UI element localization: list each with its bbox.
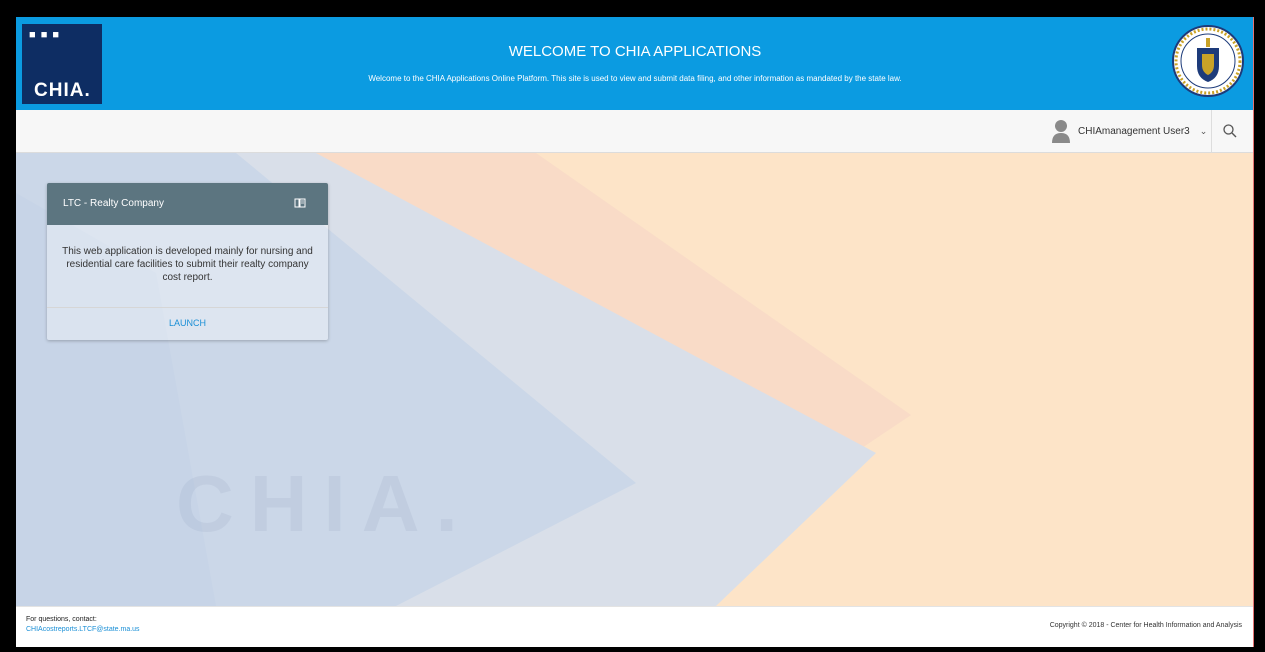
- app-window: ■ ■ ■ CHIA. WELCOME TO CHIA APPLICATIONS…: [16, 17, 1254, 647]
- card-title: LTC - Realty Company: [63, 198, 164, 209]
- app-icon: [294, 198, 306, 208]
- header-banner: ■ ■ ■ CHIA. WELCOME TO CHIA APPLICATIONS…: [16, 17, 1253, 110]
- avatar: [1052, 120, 1070, 143]
- chia-logo[interactable]: ■ ■ ■ CHIA.: [22, 24, 102, 104]
- main-content: CHIA. LTC - Realty Company This web appl…: [16, 153, 1253, 606]
- launch-button[interactable]: LAUNCH: [47, 308, 328, 340]
- user-name: CHIAmanagement User3: [1078, 125, 1190, 137]
- contact-email-link[interactable]: CHIAcostreports.LTCF@state.ma.us: [26, 626, 140, 633]
- page-title: WELCOME TO CHIA APPLICATIONS: [508, 43, 762, 60]
- contact-label: For questions, contact:: [26, 616, 97, 623]
- state-seal-icon: [1172, 25, 1244, 97]
- chevron-down-icon: ⌄: [1199, 125, 1208, 136]
- search-icon[interactable]: [1221, 122, 1239, 140]
- chia-watermark: CHIA.: [176, 459, 474, 548]
- card-description: This web application is developed mainly…: [62, 246, 313, 283]
- app-card-ltc-realty: LTC - Realty Company This web applicatio…: [47, 183, 328, 340]
- logo-text: CHIA.: [34, 80, 91, 101]
- page-subtitle: Welcome to the CHIA Applications Online …: [368, 74, 902, 83]
- page-footer: For questions, contact: CHIAcostreports.…: [16, 606, 1253, 647]
- user-menu-button[interactable]: CHIAmanagement User3 ⌄: [1078, 122, 1207, 140]
- card-header: LTC - Realty Company: [47, 183, 328, 225]
- toolbar-divider: [1211, 110, 1212, 152]
- copyright-text: Copyright © 2018 - Center for Health Inf…: [1049, 622, 1242, 629]
- top-toolbar: CHIAmanagement User3 ⌄: [16, 110, 1253, 153]
- logo-dots: ■ ■ ■: [29, 29, 61, 41]
